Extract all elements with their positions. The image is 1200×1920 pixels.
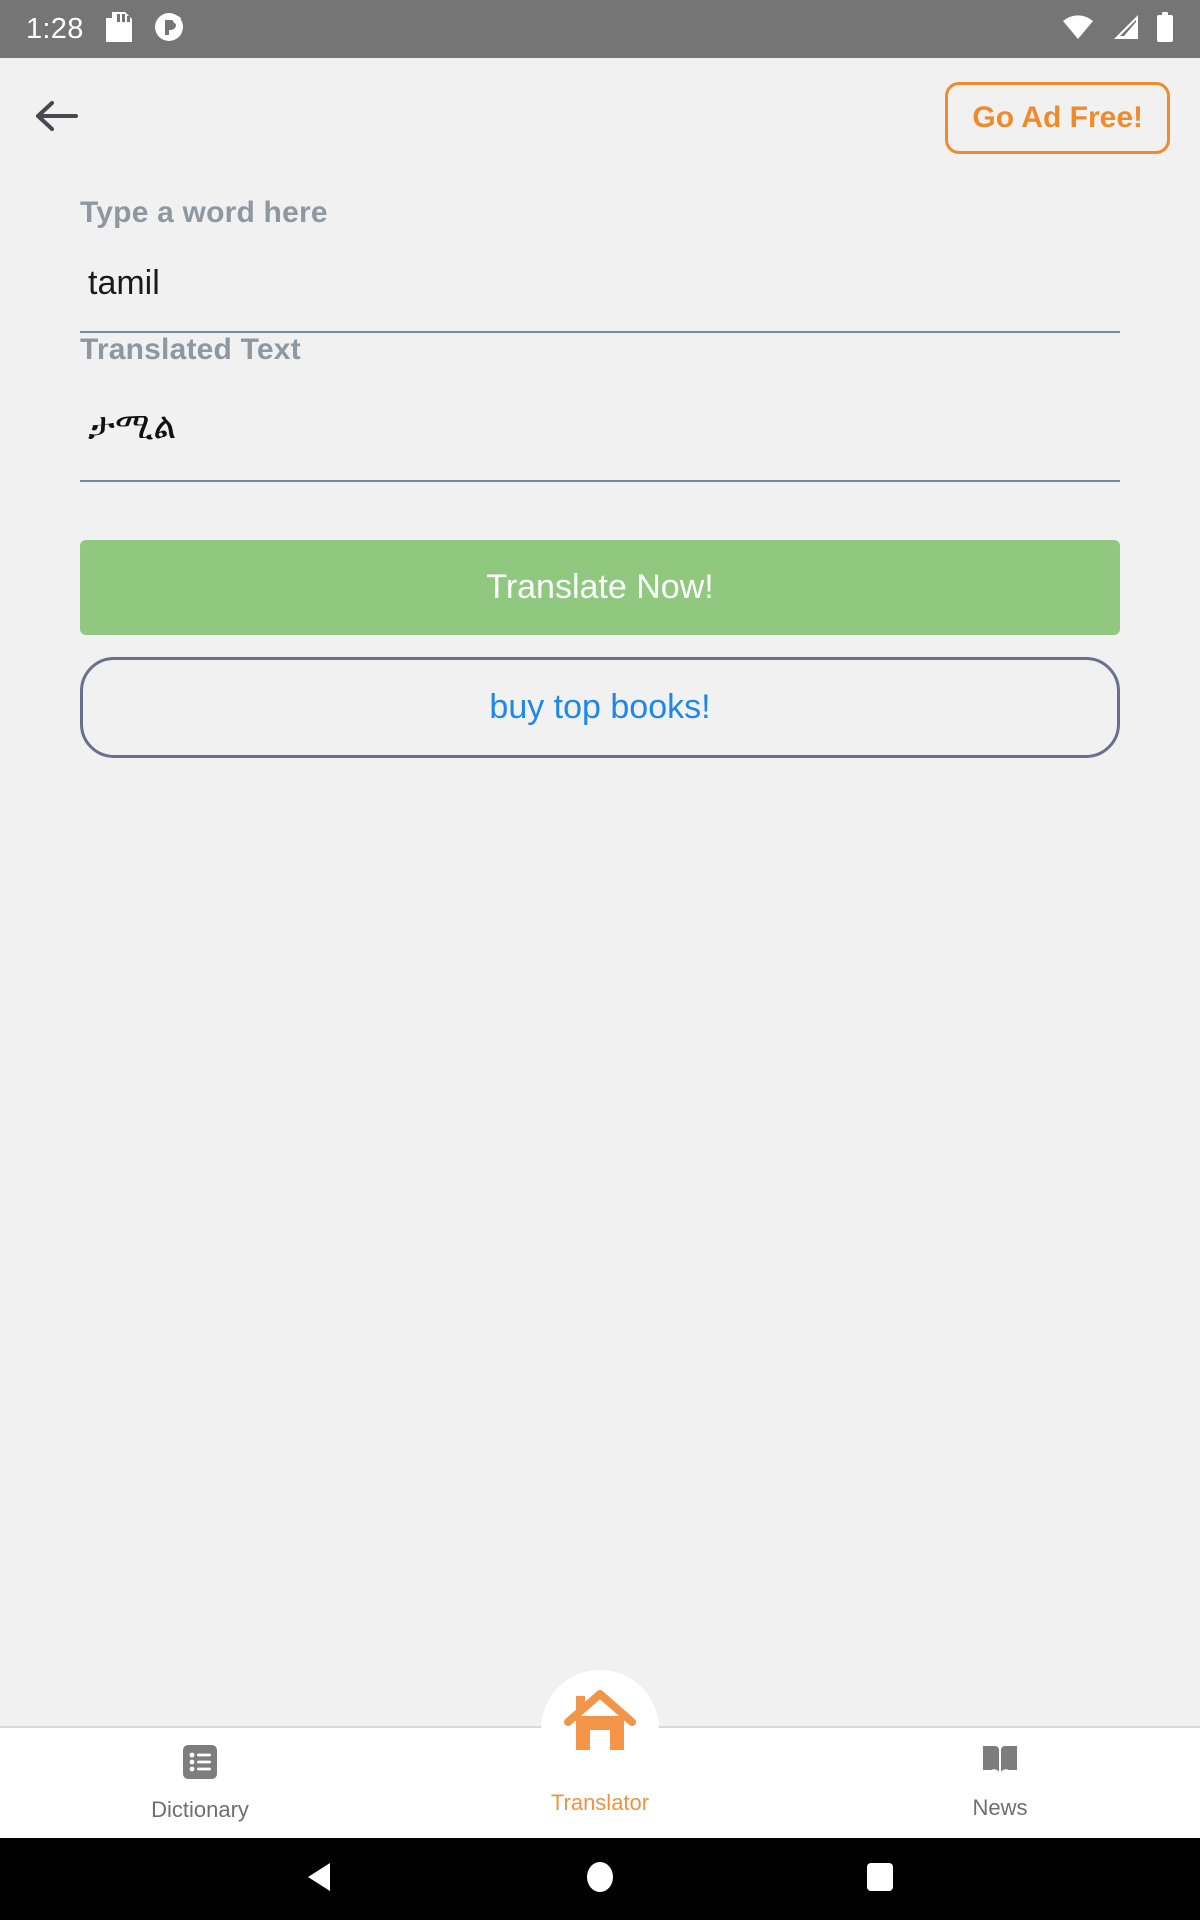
- wifi-icon: [1062, 14, 1094, 45]
- list-icon: [180, 1742, 220, 1787]
- bottom-navigation-bar: Dictionary Translator News: [0, 1670, 1200, 1838]
- source-field-group: Type a word here tamil: [80, 196, 1120, 333]
- status-clock: 1:28: [26, 12, 84, 45]
- target-field-group: Translated Text ታሚል: [80, 333, 1120, 482]
- cellular-signal-icon: [1110, 14, 1140, 45]
- battery-icon: [1156, 11, 1174, 47]
- system-home-button[interactable]: [555, 1838, 645, 1920]
- nav-label-dictionary: Dictionary: [151, 1797, 249, 1822]
- home-icon: [562, 1686, 638, 1761]
- back-triangle-icon: [304, 1860, 336, 1899]
- nav-item-news[interactable]: News: [800, 1728, 1200, 1821]
- app-notification-icon: [154, 12, 184, 47]
- translated-text-output[interactable]: ታሚል: [80, 367, 1120, 448]
- nav-item-translator[interactable]: Translator: [400, 1670, 800, 1816]
- go-ad-free-button[interactable]: Go Ad Free!: [945, 82, 1170, 154]
- back-button[interactable]: [22, 83, 92, 153]
- android-system-navigation: [0, 1838, 1200, 1920]
- system-back-button[interactable]: [275, 1838, 365, 1920]
- sd-card-icon: [105, 11, 132, 47]
- translator-form: Type a word here tamil Translated Text ታ…: [0, 178, 1200, 1726]
- nav-item-dictionary[interactable]: Dictionary: [0, 1728, 400, 1823]
- translate-now-button[interactable]: Translate Now!: [80, 540, 1120, 635]
- back-arrow-icon: [35, 99, 79, 138]
- recents-square-icon: [864, 1859, 896, 1900]
- home-circle-icon: [584, 1859, 616, 1900]
- nav-label-news: News: [972, 1795, 1028, 1820]
- app-bar: Go Ad Free!: [0, 58, 1200, 178]
- source-field-label: Type a word here: [80, 196, 328, 229]
- target-field-label: Translated Text: [80, 333, 301, 366]
- nav-label-translator: Translator: [550, 1790, 650, 1815]
- buy-top-books-button[interactable]: buy top books!: [80, 657, 1120, 758]
- status-bar-right: [1062, 11, 1174, 47]
- book-icon: [979, 1742, 1021, 1785]
- source-text-input[interactable]: tamil: [80, 230, 1120, 303]
- app-screen: 1:28 Go Ad Free! Type a word here tamil …: [0, 0, 1200, 1920]
- status-bar: 1:28: [0, 0, 1200, 58]
- system-recents-button[interactable]: [835, 1838, 925, 1920]
- status-bar-left: 1:28: [26, 11, 184, 47]
